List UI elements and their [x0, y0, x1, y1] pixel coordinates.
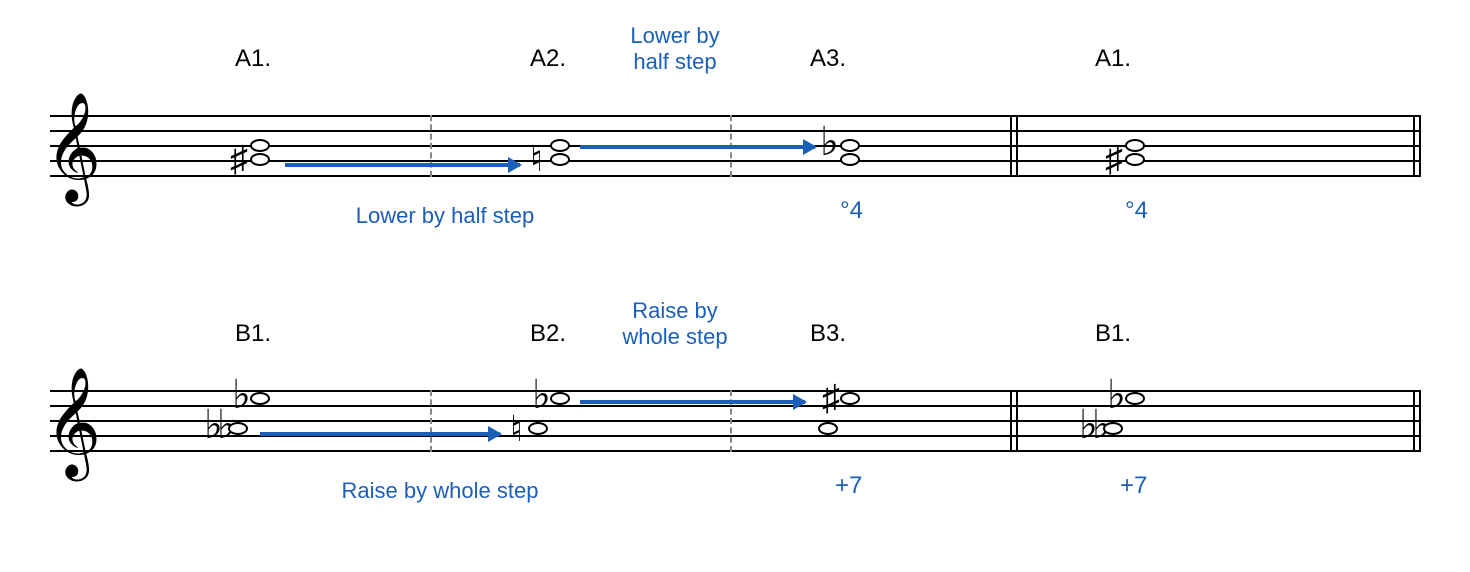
flat-icon: ♭: [532, 375, 551, 415]
treble-clef-icon: 𝄞: [45, 375, 101, 470]
whole-note: [818, 422, 838, 435]
staff-b: 𝄞 ♭ ♭♭ ♭ ♮ ♯ ♭ ♭♭: [50, 390, 1420, 470]
barline-double: [1010, 115, 1012, 177]
label-a1b: A1.: [1095, 45, 1131, 73]
sharp-icon: ♯: [1105, 141, 1123, 177]
whole-note: [550, 392, 570, 405]
whole-note: [840, 139, 860, 152]
barline-end: [1419, 390, 1421, 452]
whole-note: [1125, 153, 1145, 166]
annotation-lower-a: Lower by half step: [315, 203, 575, 229]
barline-end: [1419, 115, 1421, 177]
natural-icon: ♮: [510, 411, 523, 447]
flat-icon: ♭: [820, 122, 839, 162]
annotation-upper-a: Lower by half step: [595, 23, 755, 76]
label-b1b: B1.: [1095, 320, 1131, 348]
whole-note: [550, 139, 570, 152]
flat-icon: ♭: [232, 375, 251, 415]
staff-a: 𝄞 ♯ ♮ ♭ ♯: [50, 115, 1420, 195]
whole-note: [228, 422, 248, 435]
barline-double: [1010, 390, 1012, 452]
whole-note: [1125, 392, 1145, 405]
label-b3: B3.: [810, 320, 846, 348]
label-a1: A1.: [235, 45, 271, 73]
double-flat-icon: ♭♭: [204, 405, 230, 445]
sharp-icon: ♯: [822, 380, 840, 416]
label-b2: B2.: [530, 320, 566, 348]
whole-note: [250, 139, 270, 152]
barline-dashed: [430, 390, 432, 452]
whole-note: [840, 392, 860, 405]
annotation-upper-b: Raise by whole step: [595, 298, 755, 351]
whole-note: [250, 153, 270, 166]
natural-icon: ♮: [530, 141, 543, 177]
whole-note: [1103, 422, 1123, 435]
whole-note: [1125, 139, 1145, 152]
barline-end: [1413, 390, 1415, 452]
treble-clef-icon: 𝄞: [45, 100, 101, 195]
barline-end: [1413, 115, 1415, 177]
double-flat-icon: ♭♭: [1079, 405, 1105, 445]
barline-dashed: [430, 115, 432, 177]
sharp-icon: ♯: [230, 141, 248, 177]
interval-label-b1b: +7: [1120, 472, 1147, 500]
interval-label-b3: +7: [835, 472, 862, 500]
arrow-icon: [580, 400, 805, 404]
whole-note: [550, 153, 570, 166]
arrow-icon: [285, 163, 520, 167]
annotation-lower-b: Raise by whole step: [300, 478, 580, 504]
label-a2: A2.: [530, 45, 566, 73]
whole-note: [250, 392, 270, 405]
flat-icon: ♭: [1107, 375, 1126, 415]
arrow-icon: [260, 432, 500, 436]
label-a3: A3.: [810, 45, 846, 73]
interval-label-a3: °4: [840, 197, 863, 225]
whole-note: [840, 153, 860, 166]
arrow-icon: [580, 145, 815, 149]
interval-label-a1b: °4: [1125, 197, 1148, 225]
label-b1: B1.: [235, 320, 271, 348]
whole-note: [528, 422, 548, 435]
